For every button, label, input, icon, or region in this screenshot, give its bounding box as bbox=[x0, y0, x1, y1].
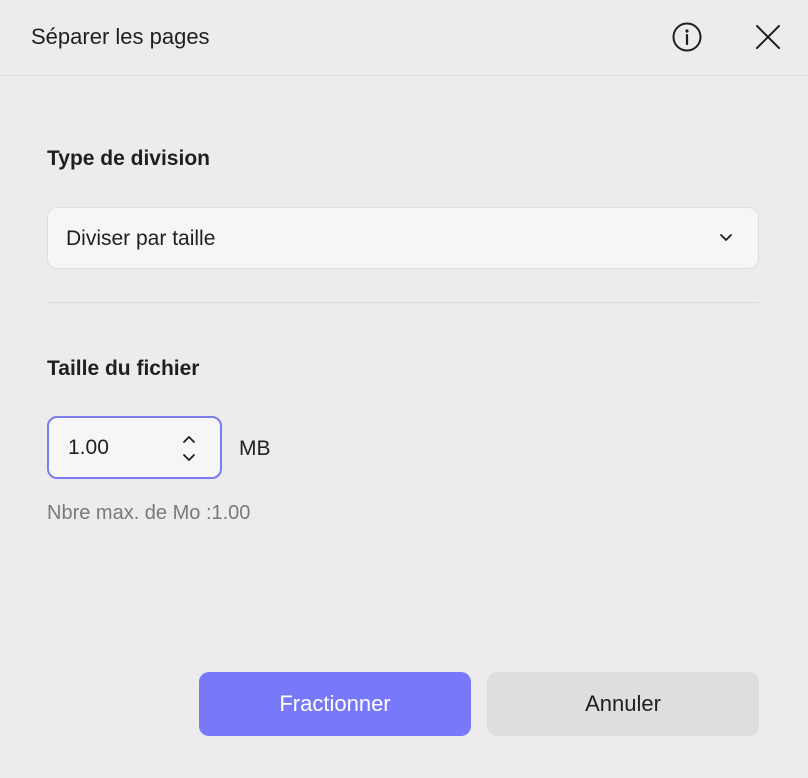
close-button[interactable] bbox=[751, 20, 785, 54]
dialog-titlebar: Séparer les pages bbox=[0, 0, 808, 76]
split-button[interactable]: Fractionner bbox=[199, 672, 471, 736]
chevron-up-icon bbox=[183, 436, 195, 443]
section-divider bbox=[47, 302, 759, 303]
chevron-down-icon bbox=[183, 454, 195, 461]
file-size-stepper[interactable] bbox=[47, 416, 222, 479]
info-button[interactable] bbox=[670, 20, 704, 54]
close-icon bbox=[756, 25, 780, 49]
split-type-selected-value: Diviser par taille bbox=[66, 227, 216, 250]
file-size-hint: Nbre max. de Mo :1.00 bbox=[47, 502, 251, 524]
file-size-decrement-button[interactable] bbox=[180, 451, 198, 465]
split-pages-dialog: Séparer les pages Type de division Divis… bbox=[0, 0, 808, 778]
file-size-unit: MB bbox=[239, 437, 271, 460]
cancel-button[interactable]: Annuler bbox=[487, 672, 759, 736]
chevron-down-icon bbox=[720, 234, 732, 241]
file-size-input[interactable] bbox=[68, 435, 168, 461]
dialog-title: Séparer les pages bbox=[31, 24, 210, 49]
info-circle-icon bbox=[672, 22, 702, 52]
split-type-label: Type de division bbox=[47, 147, 210, 170]
split-type-select[interactable]: Diviser par taille bbox=[47, 207, 759, 269]
file-size-label: Taille du fichier bbox=[47, 357, 200, 380]
file-size-increment-button[interactable] bbox=[180, 432, 198, 446]
